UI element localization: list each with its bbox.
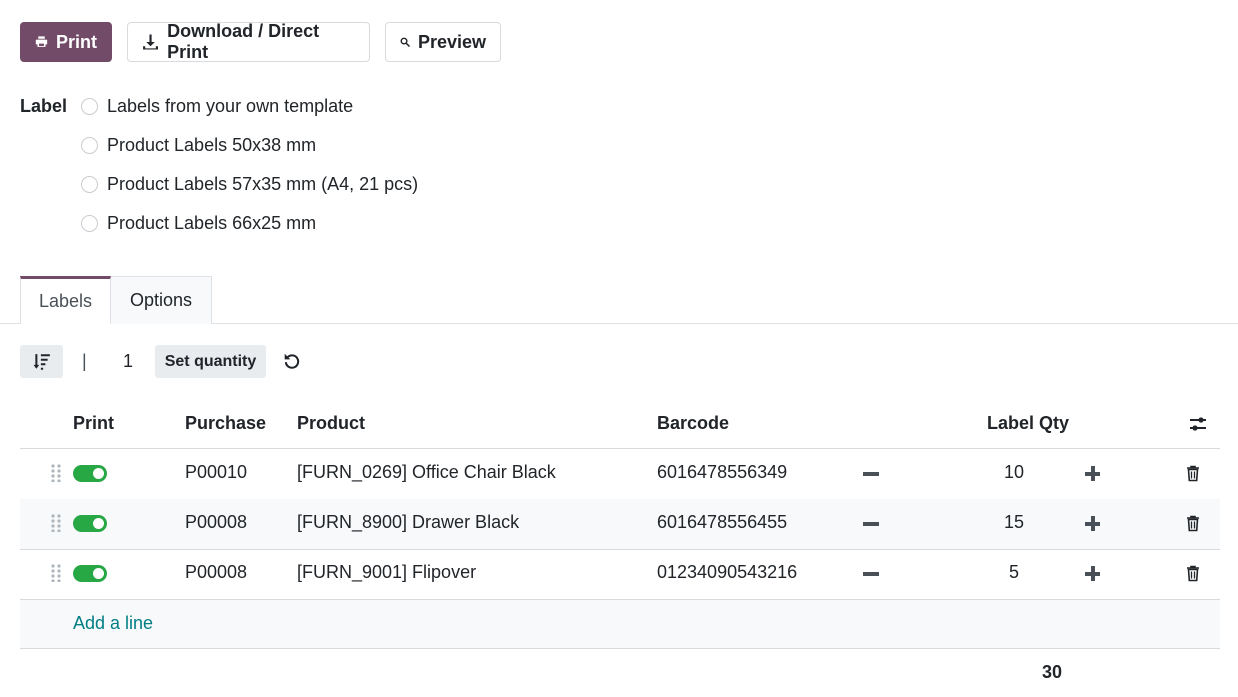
sort-button[interactable] xyxy=(20,345,63,378)
printer-icon xyxy=(35,36,48,47)
label-option-text: Labels from your own template xyxy=(107,96,354,116)
print-button-label: Print xyxy=(55,31,97,52)
label-field-heading: Label xyxy=(20,96,68,116)
download-icon xyxy=(143,34,159,50)
radio-button[interactable] xyxy=(81,176,98,193)
preview-button-label: Preview xyxy=(417,31,486,52)
radio-button[interactable] xyxy=(81,137,98,154)
toolbar-separator: | xyxy=(82,351,87,371)
trash-icon[interactable] xyxy=(1186,515,1200,532)
label-option-text: Product Labels 50x38 mm xyxy=(107,135,317,155)
column-header-label-qty[interactable]: Label Qty xyxy=(987,413,1069,434)
increase-qty-icon[interactable] xyxy=(20,499,1220,549)
column-header-product[interactable]: Product xyxy=(297,413,365,434)
radio-button[interactable] xyxy=(81,215,98,232)
tab-labels[interactable]: Labels xyxy=(20,276,111,324)
add-line-link[interactable]: Add a line xyxy=(73,613,153,634)
download-button-label: Download / Direct Print xyxy=(167,21,320,62)
table-row[interactable]: P00010 [FURN_0269] Office Chair Black 60… xyxy=(20,449,1220,500)
label-option-text: Product Labels 57x35 mm (A4, 21 pcs) xyxy=(107,174,419,194)
preview-button[interactable]: Preview xyxy=(385,22,501,62)
column-header-barcode[interactable]: Barcode xyxy=(657,413,729,434)
table-row[interactable]: P00008 [FURN_8900] Drawer Black 60164785… xyxy=(20,499,1220,550)
label-qty-total: 30 xyxy=(1042,662,1063,682)
increase-qty-icon[interactable] xyxy=(20,549,1220,599)
column-header-purchase[interactable]: Purchase xyxy=(185,413,266,434)
print-button[interactable]: Print xyxy=(20,22,112,62)
table-row[interactable]: P00008 [FURN_9001] Flipover 012340905432… xyxy=(20,549,1220,600)
download-direct-print-button[interactable]: Download / Direct Print xyxy=(127,21,370,62)
radio-button[interactable] xyxy=(81,98,98,115)
table-header: Print Purchase Product Barcode Label Qty xyxy=(20,400,1220,449)
column-settings-icon[interactable] xyxy=(1189,416,1207,432)
add-line-row: Add a line xyxy=(20,600,1220,649)
label-option-66x25[interactable]: Product Labels 66x25 mm xyxy=(81,213,316,234)
set-quantity-button[interactable]: Set quantity xyxy=(155,345,266,378)
label-option-50x38[interactable]: Product Labels 50x38 mm xyxy=(81,135,316,156)
tab-options[interactable]: Options xyxy=(110,276,212,324)
undo-icon[interactable] xyxy=(283,352,301,370)
quantity-input[interactable]: 1 xyxy=(123,351,133,372)
search-icon xyxy=(400,37,410,47)
trash-icon[interactable] xyxy=(1186,465,1200,482)
increase-qty-icon[interactable] xyxy=(20,449,1220,499)
label-option-text: Product Labels 66x25 mm xyxy=(107,213,317,233)
column-header-print[interactable]: Print xyxy=(73,413,114,434)
trash-icon[interactable] xyxy=(1186,565,1200,582)
label-option-57x35[interactable]: Product Labels 57x35 mm (A4, 21 pcs) xyxy=(81,174,418,195)
sort-descending-icon xyxy=(33,353,50,370)
label-option-own-template[interactable]: Labels from your own template xyxy=(81,96,353,117)
